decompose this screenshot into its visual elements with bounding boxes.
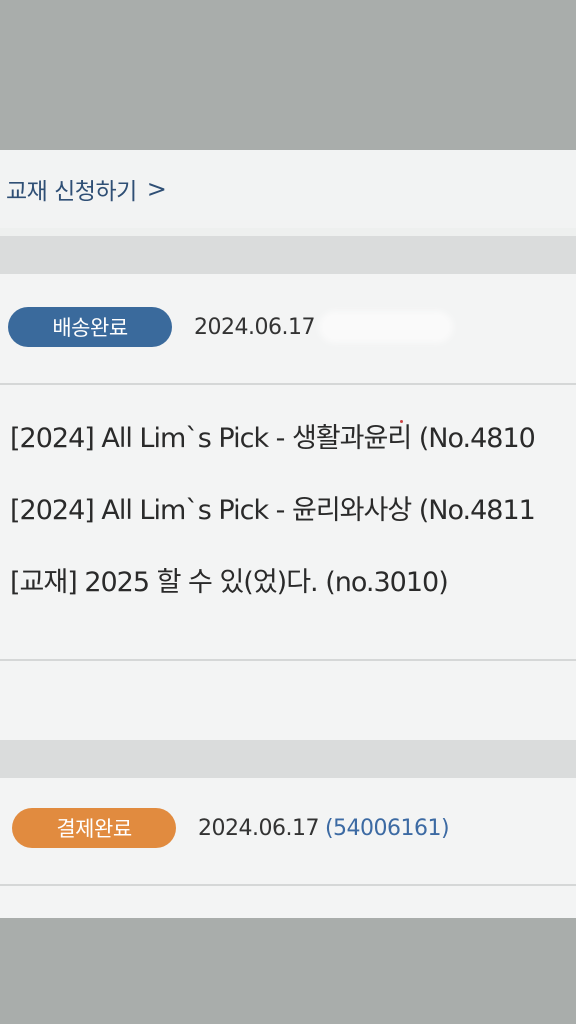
order-date: 2024.06.17 bbox=[198, 815, 319, 841]
list-item: [교재] 2025 할 수 있(었)다. (no.3010) bbox=[10, 567, 449, 598]
divider bbox=[0, 884, 576, 886]
section-separator bbox=[0, 740, 576, 778]
screenshot-photo: 교재 신청하기 > 배송완료 2024.06.17 [2024] All Lim… bbox=[0, 150, 576, 918]
textbook-apply-row[interactable]: 교재 신청하기 > bbox=[0, 150, 576, 228]
status-badge-paid: 결제완료 bbox=[12, 808, 176, 848]
divider bbox=[0, 383, 576, 385]
order-number-redacted bbox=[321, 313, 449, 341]
order-date: 2024.06.17 bbox=[194, 314, 315, 340]
order-header: 배송완료 2024.06.17 bbox=[8, 307, 449, 347]
order-card: 배송완료 2024.06.17 [2024] All Lim`s Pick - … bbox=[0, 274, 576, 740]
textbook-apply-label: 교재 신청하기 bbox=[6, 179, 137, 205]
list-item: [2024] All Lim`s Pick - 윤리와사상 (No.4811 bbox=[10, 495, 536, 526]
section-separator bbox=[0, 236, 576, 274]
textbook-apply-link[interactable]: 교재 신청하기 > bbox=[6, 172, 167, 206]
order-card: 결제완료 2024.06.17 (54006161) bbox=[0, 778, 576, 918]
chevron-right-icon: > bbox=[146, 175, 167, 203]
order-number-link[interactable]: (54006161) bbox=[325, 816, 450, 841]
order-item-list: [2024] All Lim`s Pick - 생활과윤리 (No.4810 [… bbox=[10, 419, 536, 635]
list-item: [2024] All Lim`s Pick - 생활과윤리 (No.4810 bbox=[10, 423, 536, 454]
order-header: 결제완료 2024.06.17 (54006161) bbox=[8, 808, 450, 848]
redaction-mark bbox=[321, 313, 449, 341]
status-badge-delivered: 배송완료 bbox=[8, 307, 172, 347]
divider bbox=[0, 659, 576, 661]
